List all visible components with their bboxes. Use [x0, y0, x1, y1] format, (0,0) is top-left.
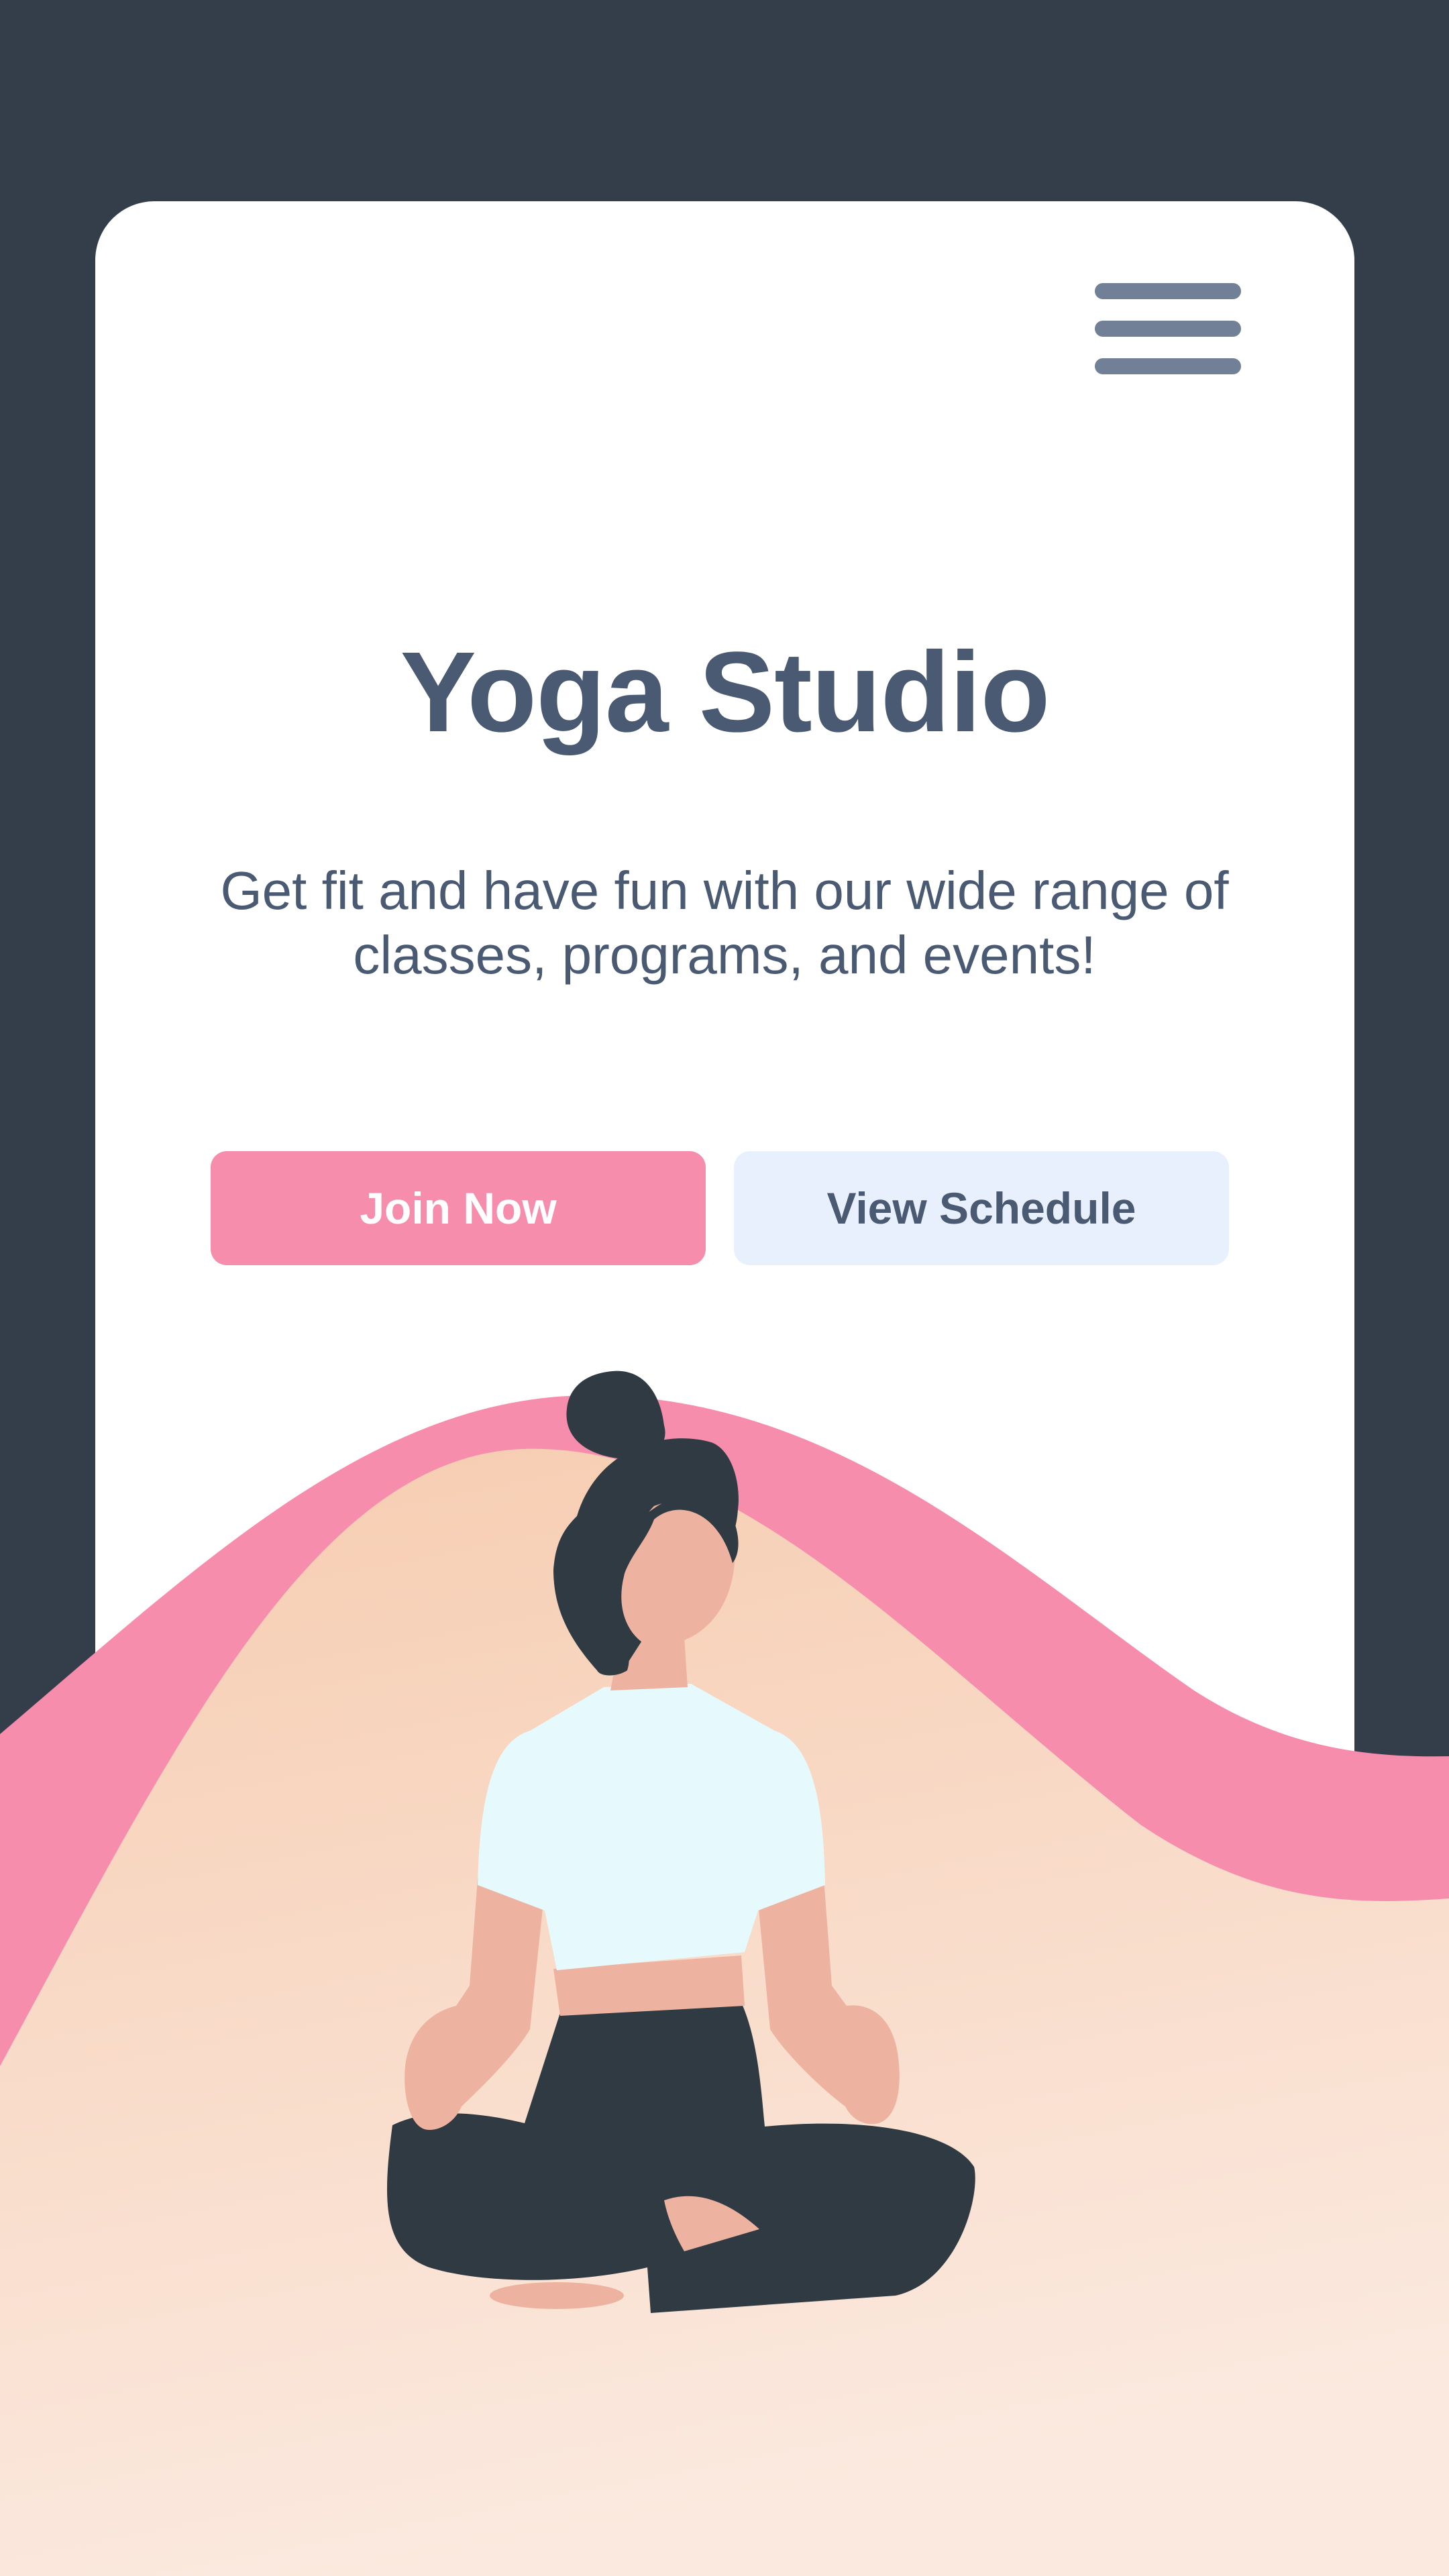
- hero-illustration: [0, 1371, 1449, 2576]
- app-screen: Yoga Studio Get fit and have fun with ou…: [0, 0, 1449, 2576]
